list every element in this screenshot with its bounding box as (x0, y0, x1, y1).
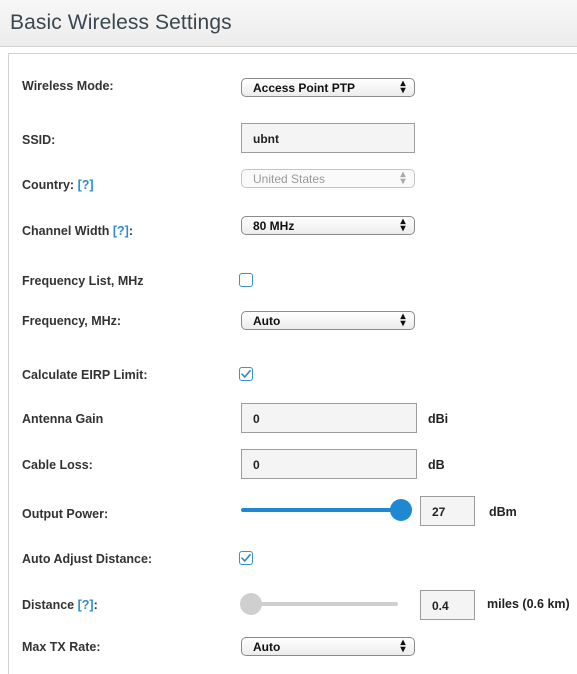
antenna-gain-unit: dBi (428, 412, 449, 426)
antenna-gain-value: 0 (253, 412, 260, 426)
distance-unit: miles (0.6 km) (487, 597, 570, 611)
output-power-unit: dBm (489, 505, 517, 519)
auto-adjust-distance-label: Auto Adjust Distance: (22, 552, 153, 566)
country-value: United States (253, 172, 326, 186)
checkmark-icon (241, 370, 251, 378)
cable-loss-unit: dB (428, 458, 445, 472)
channel-width-label-suffix: : (128, 224, 134, 238)
auto-adjust-distance-checkbox[interactable] (239, 551, 253, 565)
distance-label: Distance [?]: (22, 598, 98, 612)
country-label-text: Country: (22, 178, 75, 192)
ssid-input[interactable]: ubnt (241, 123, 415, 153)
distance-slider-track[interactable] (252, 602, 398, 606)
select-arrows-icon: ▴ ▾ (400, 216, 406, 234)
max-tx-rate-value: Auto (253, 640, 281, 654)
page-title: Basic Wireless Settings (10, 11, 232, 34)
section-header: Basic Wireless Settings (0, 0, 577, 47)
frequency-select[interactable]: Auto ▴ ▾ (241, 311, 415, 330)
wireless-mode-label: Wireless Mode: (22, 79, 114, 93)
output-power-slider-track[interactable] (241, 508, 401, 512)
antenna-gain-input[interactable]: 0 (241, 403, 417, 433)
wireless-mode-value: Access Point PTP (253, 81, 356, 95)
frequency-value: Auto (253, 314, 281, 328)
channel-width-label: Channel Width [?]: (22, 224, 133, 238)
output-power-label: Output Power: (22, 507, 109, 521)
distance-value: 0.4 (432, 599, 449, 613)
output-power-slider-knob[interactable] (390, 499, 412, 521)
cable-loss-input[interactable]: 0 (241, 449, 417, 479)
channel-width-help-link[interactable]: [?] (113, 224, 129, 238)
cable-loss-label: Cable Loss: (22, 458, 93, 472)
select-arrows-icon: ▴ ▾ (400, 169, 406, 187)
country-select[interactable]: United States ▴ ▾ (241, 169, 415, 188)
max-tx-rate-select[interactable]: Auto ▴ ▾ (241, 637, 415, 656)
antenna-gain-label: Antenna Gain (22, 412, 104, 426)
output-power-value: 27 (432, 505, 446, 519)
calculate-eirp-checkbox[interactable] (239, 367, 253, 381)
ssid-value: ubnt (253, 132, 279, 146)
select-arrows-icon: ▴ ▾ (400, 311, 406, 329)
country-help-link[interactable]: [?] (78, 178, 94, 192)
frequency-list-checkbox[interactable] (239, 273, 253, 287)
cable-loss-value: 0 (253, 458, 260, 472)
select-arrows-icon: ▴ ▾ (400, 637, 406, 655)
channel-width-select[interactable]: 80 MHz ▴ ▾ (241, 216, 415, 235)
frequency-list-label: Frequency List, MHz (22, 274, 144, 288)
output-power-input[interactable]: 27 (420, 496, 475, 526)
select-arrows-icon: ▴ ▾ (400, 78, 406, 96)
distance-label-text: Distance (22, 598, 75, 612)
distance-label-suffix: : (93, 598, 98, 612)
calculate-eirp-label: Calculate EIRP Limit: (22, 368, 148, 382)
distance-slider-knob[interactable] (240, 593, 262, 615)
distance-help-link[interactable]: [?] (78, 598, 94, 612)
wireless-mode-select[interactable]: Access Point PTP ▴ ▾ (241, 78, 415, 97)
frequency-label: Frequency, MHz: (22, 314, 122, 328)
max-tx-rate-label: Max TX Rate: (22, 640, 101, 654)
country-label: Country: [?] (22, 178, 94, 192)
channel-width-label-text: Channel Width (22, 224, 110, 238)
ssid-label: SSID: (22, 133, 56, 147)
checkmark-icon (241, 554, 251, 562)
distance-input[interactable]: 0.4 (420, 590, 475, 620)
channel-width-value: 80 MHz (253, 219, 295, 233)
